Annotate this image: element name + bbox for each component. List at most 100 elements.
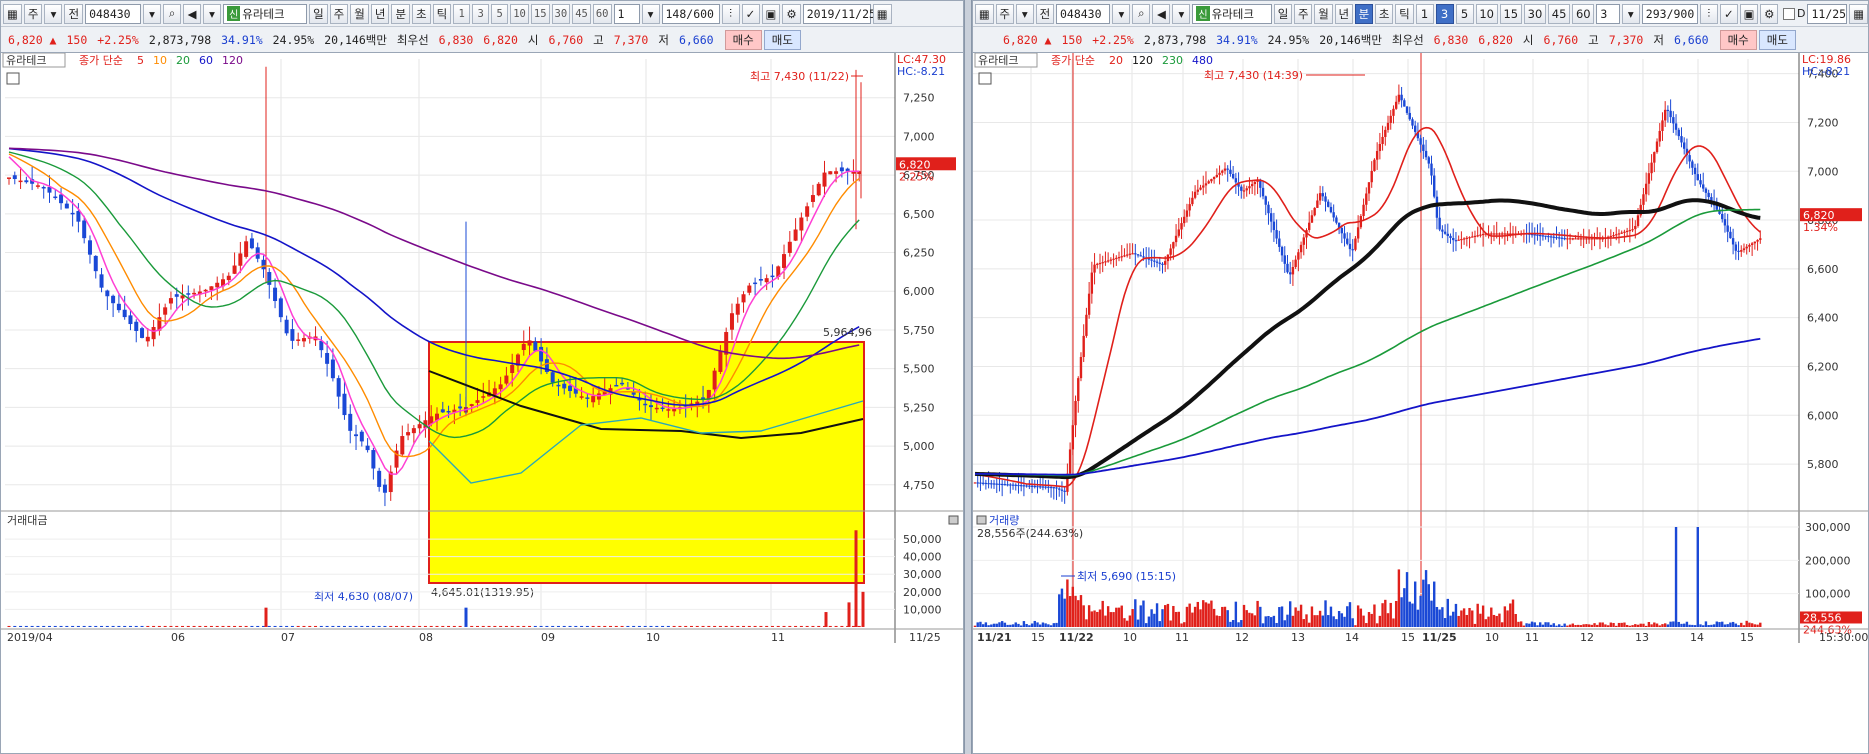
num-30[interactable]: 30: [1523, 3, 1547, 24]
num-5[interactable]: 5: [491, 3, 509, 24]
search-icon[interactable]: ⌕: [163, 3, 182, 24]
date-checkbox[interactable]: [1783, 7, 1795, 20]
num-15[interactable]: 15: [1499, 3, 1522, 24]
period-month[interactable]: 월: [350, 3, 369, 24]
sell-button[interactable]: 매도: [1758, 29, 1796, 50]
period-tick[interactable]: 틱: [1395, 3, 1414, 24]
volume-bar: [1723, 624, 1727, 627]
period-day[interactable]: 일: [309, 3, 328, 24]
chevron-down-icon[interactable]: ▾: [1621, 3, 1640, 24]
count-field[interactable]: 3: [1596, 3, 1620, 24]
code-dropdown-icon[interactable]: ▾: [1112, 3, 1131, 24]
calendar-icon[interactable]: ▦: [872, 3, 892, 24]
chart-menu-icon[interactable]: [978, 72, 992, 85]
period-year[interactable]: 년: [370, 3, 390, 24]
num-60[interactable]: 60: [1572, 3, 1595, 24]
save-icon[interactable]: ▣: [761, 3, 781, 24]
candle-body: [1030, 485, 1034, 487]
ask: 6,830: [1433, 32, 1469, 47]
right-price-chart[interactable]: 7,4007,2007,0006,8006,6006,4006,2006,000…: [973, 53, 1868, 753]
candle-body: [87, 240, 92, 255]
grid-icon[interactable]: ▦: [3, 3, 22, 24]
volume-bar: [1590, 624, 1594, 627]
date-field[interactable]: 11/25: [1807, 3, 1848, 24]
chevron-down-icon[interactable]: ▾: [641, 3, 660, 24]
code-input[interactable]: 048430: [1055, 3, 1111, 24]
candle-body: [1433, 175, 1436, 197]
volume-bar: [464, 607, 468, 627]
chevron-down-icon[interactable]: ▾: [1172, 3, 1191, 24]
candle-icon[interactable]: ⫶: [721, 3, 740, 24]
num-60[interactable]: 60: [592, 3, 612, 24]
num-3[interactable]: 3: [1435, 3, 1454, 24]
gear-icon[interactable]: ⚙: [782, 3, 801, 24]
volume-bar: [851, 625, 855, 627]
period-tick[interactable]: 틱: [432, 3, 452, 24]
num-10[interactable]: 10: [510, 3, 529, 24]
period-second[interactable]: 초: [1375, 3, 1394, 24]
stock-name-field[interactable]: 신 유라테크: [1192, 3, 1272, 24]
buy-button[interactable]: 매수: [1719, 29, 1757, 50]
code-dropdown-icon[interactable]: ▾: [143, 3, 162, 24]
period-year[interactable]: 년: [1334, 3, 1353, 24]
period-minute[interactable]: 분: [1354, 3, 1374, 24]
volume-axis-tick: 10,000: [903, 603, 942, 616]
count-field[interactable]: 1: [613, 3, 640, 24]
date-field[interactable]: 2019/11/25: [802, 3, 876, 24]
calendar-icon[interactable]: ▦: [1849, 3, 1868, 24]
volume-bar: [1625, 624, 1629, 627]
draw-icon[interactable]: ✓: [741, 3, 760, 24]
buy-button[interactable]: 매수: [724, 29, 762, 50]
period-day[interactable]: 일: [1273, 3, 1293, 24]
num-15[interactable]: 15: [530, 3, 550, 24]
candle-body: [504, 375, 509, 384]
page-counter[interactable]: 148/600: [661, 3, 720, 24]
market-type-button[interactable]: 전: [1035, 3, 1054, 24]
code-input[interactable]: 048430: [85, 3, 142, 24]
grid-icon[interactable]: ▦: [975, 3, 994, 24]
chevron-down-icon[interactable]: ▾: [203, 3, 222, 24]
volume-bar: [840, 625, 844, 627]
volume-bar: [597, 625, 601, 627]
volume-bar: [279, 625, 283, 627]
stock-name-field[interactable]: 신 유라테크: [223, 3, 308, 24]
left-price-chart[interactable]: 7,2507,0006,7506,5006,2506,0005,7505,500…: [1, 53, 963, 753]
num-3[interactable]: 3: [472, 3, 490, 24]
market-type-button[interactable]: 전: [64, 3, 84, 24]
chart-menu-icon[interactable]: [6, 72, 20, 85]
volume-axis-tick: 100,000: [1805, 588, 1851, 601]
chevron-down-icon[interactable]: ▾: [1015, 3, 1034, 24]
period-second[interactable]: 초: [412, 3, 431, 24]
candle-body: [1405, 106, 1409, 113]
num-30[interactable]: 30: [551, 3, 571, 24]
chevron-down-icon[interactable]: ▾: [44, 3, 63, 24]
volume-bar: [1373, 604, 1376, 627]
volume: 2,873,798: [1143, 32, 1207, 47]
period-week[interactable]: 주: [329, 3, 349, 24]
draw-icon[interactable]: ✓: [1719, 3, 1738, 24]
period-month[interactable]: 월: [1314, 3, 1333, 24]
speaker-icon[interactable]: ◀: [183, 3, 202, 24]
num-1[interactable]: 1: [1415, 3, 1434, 24]
search-icon[interactable]: ⌕: [1132, 3, 1151, 24]
volume-bar: [267, 625, 271, 627]
panel-splitter[interactable]: [964, 0, 972, 754]
num-1[interactable]: 1: [453, 3, 471, 24]
page-counter[interactable]: 293/900: [1641, 3, 1698, 24]
num-5[interactable]: 5: [1455, 3, 1474, 24]
volume-bar: [1019, 625, 1023, 627]
period-week[interactable]: 주: [1294, 3, 1313, 24]
gear-icon[interactable]: ⚙: [1760, 3, 1779, 24]
volume-close-icon[interactable]: [976, 515, 987, 525]
num-45[interactable]: 45: [1548, 3, 1571, 24]
menu-button[interactable]: 주: [23, 3, 43, 24]
volume-close-icon[interactable]: [948, 515, 959, 525]
save-icon[interactable]: ▣: [1739, 3, 1759, 24]
speaker-icon[interactable]: ◀: [1152, 3, 1171, 24]
sell-button[interactable]: 매도: [763, 29, 801, 50]
num-10[interactable]: 10: [1475, 3, 1498, 24]
period-minute[interactable]: 분: [391, 3, 411, 24]
candle-icon[interactable]: ⫶: [1699, 3, 1718, 24]
menu-button[interactable]: 주: [995, 3, 1014, 24]
num-45[interactable]: 45: [572, 3, 591, 24]
